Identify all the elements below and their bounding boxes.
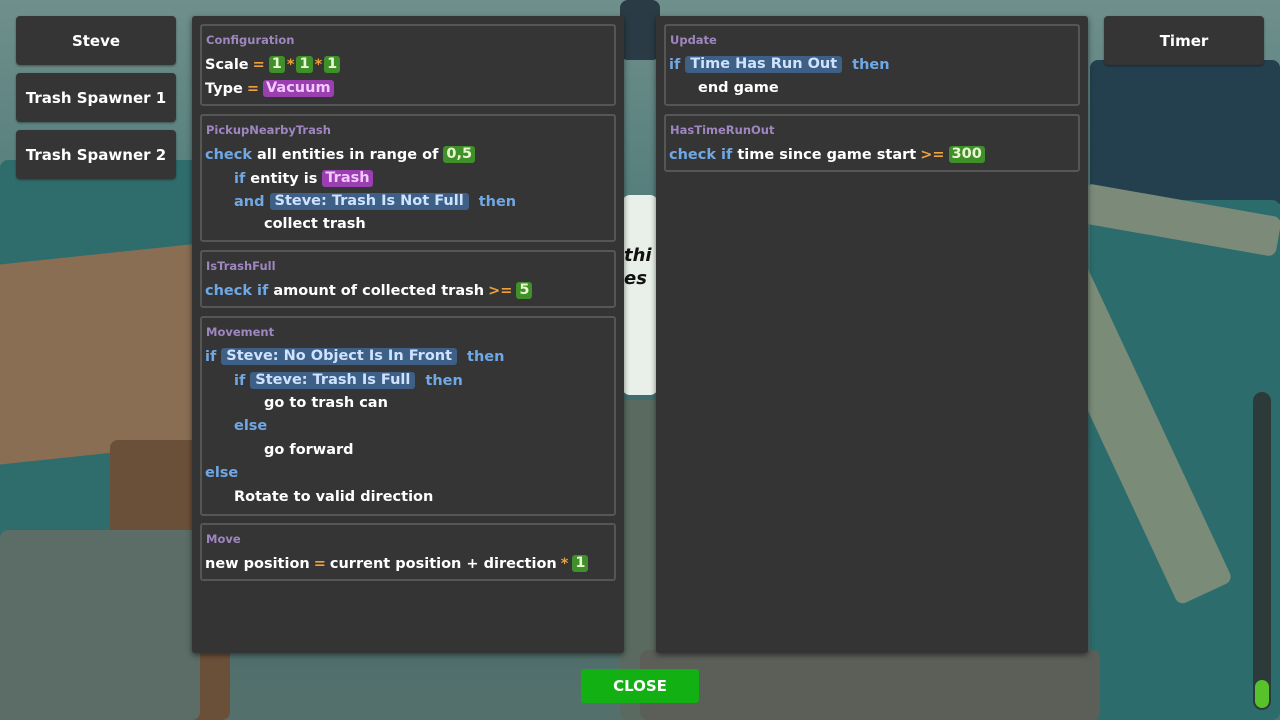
movement-title: Movement	[206, 325, 275, 339]
scale-z-value[interactable]: 1	[324, 56, 341, 73]
range-value[interactable]: 0,5	[443, 146, 476, 163]
equals-operator: =	[252, 56, 265, 73]
pickup-action-line: collect trash	[264, 216, 366, 232]
times-operator: *	[314, 56, 323, 73]
scene-sign	[622, 195, 658, 395]
trash-is-full-condition[interactable]: Steve: Trash Is Full	[250, 372, 416, 389]
end-game-line: end game	[698, 80, 779, 96]
scene-ground-left	[0, 530, 200, 720]
movement-inner-else-line: else	[234, 418, 267, 434]
type-value[interactable]: Vacuum	[263, 80, 334, 97]
entity-button-steve[interactable]: Steve	[16, 16, 176, 65]
scale-y-value[interactable]: 1	[296, 56, 313, 73]
then-keyword: then	[478, 193, 517, 210]
type-line: Type = Vacuum	[205, 80, 334, 97]
go-to-trash-can-line: go to trash can	[264, 395, 388, 411]
then-keyword: then	[425, 372, 463, 389]
speed-value[interactable]: 1	[572, 555, 589, 572]
move-block[interactable]: Move new position = current position + d…	[200, 523, 616, 581]
progress-fill	[1255, 680, 1269, 708]
scale-x-value[interactable]: 1	[268, 56, 285, 73]
has-time-run-out-title: HasTimeRunOut	[670, 123, 775, 137]
is-trash-full-line: check if amount of collected trash >= 5	[205, 282, 533, 299]
move-title: Move	[206, 532, 241, 546]
entity-type-value[interactable]: Trash	[322, 170, 373, 187]
pickup-title: PickupNearbyTrash	[206, 123, 331, 137]
rotate-action[interactable]: Rotate to valid direction	[234, 489, 433, 505]
entity-button-trash-spawner-1[interactable]: Trash Spawner 1	[16, 73, 176, 122]
movement-nested-if-line: if Steve: Trash Is Full then	[234, 372, 463, 389]
equals-operator: =	[313, 555, 326, 572]
go-forward-action[interactable]: go forward	[264, 442, 354, 458]
times-operator: *	[560, 555, 569, 572]
go-forward-line: go forward	[264, 442, 354, 458]
go-to-trash-can-action[interactable]: go to trash can	[264, 395, 388, 411]
update-title: Update	[670, 33, 717, 47]
entity-button-trash-spawner-2[interactable]: Trash Spawner 2	[16, 130, 176, 179]
scene-ground-bottom	[640, 650, 1100, 720]
scene-sign-text-1: thi	[624, 245, 652, 266]
current-position-text: current position + direction	[329, 555, 557, 572]
configuration-block[interactable]: Configuration Scale = 1 * 1 * 1 Type = V…	[200, 24, 616, 106]
time-limit-value[interactable]: 300	[948, 146, 985, 163]
else-keyword: else	[205, 465, 239, 481]
trash-limit-value[interactable]: 5	[516, 282, 533, 299]
if-keyword: if	[234, 170, 246, 187]
configuration-title: Configuration	[206, 33, 295, 47]
pickup-nearby-trash-block[interactable]: PickupNearbyTrash check all entities in …	[200, 114, 616, 242]
if-keyword: if	[205, 348, 217, 365]
trash-not-full-condition[interactable]: Steve: Trash Is Not Full	[269, 193, 469, 210]
else-keyword: else	[234, 418, 268, 434]
movement-block[interactable]: Movement if Steve: No Object Is In Front…	[200, 316, 616, 516]
time-run-out-condition[interactable]: Time Has Run Out	[685, 56, 843, 73]
no-object-in-front-condition[interactable]: Steve: No Object Is In Front	[221, 348, 458, 365]
is-trash-full-title: IsTrashFull	[206, 259, 276, 273]
move-line: new position = current position + direct…	[205, 555, 589, 572]
collected-trash-text: amount of collected trash	[273, 282, 485, 299]
new-position-text: new position	[205, 555, 310, 572]
collect-trash-action[interactable]: collect trash	[264, 216, 366, 232]
and-keyword: and	[234, 193, 265, 210]
if-keyword: if	[234, 372, 246, 389]
equals-operator: =	[246, 80, 259, 97]
time-since-start-text: time since game start	[737, 146, 917, 163]
rotate-line: Rotate to valid direction	[234, 489, 433, 505]
if-keyword: if	[669, 56, 681, 73]
has-time-run-out-block[interactable]: HasTimeRunOut check if time since game s…	[664, 114, 1080, 172]
movement-if-line: if Steve: No Object Is In Front then	[205, 348, 504, 365]
scene-sign-text-2: es	[624, 268, 647, 289]
is-trash-full-block[interactable]: IsTrashFull check if amount of collected…	[200, 250, 616, 308]
times-operator: *	[286, 56, 295, 73]
entity-is-text: entity is	[250, 170, 318, 187]
pickup-if-line: if entity is Trash	[234, 170, 373, 187]
right-code-panel[interactable]: Update if Time Has Run Out then end game…	[656, 16, 1088, 653]
gte-operator: >=	[488, 282, 513, 299]
scene-plank-left	[0, 242, 210, 468]
check-if-keyword: check if	[669, 146, 733, 163]
scale-line: Scale = 1 * 1 * 1	[205, 56, 341, 73]
type-label: Type	[205, 80, 243, 97]
gte-operator: >=	[920, 146, 945, 163]
scale-label: Scale	[205, 56, 249, 73]
left-code-panel[interactable]: Configuration Scale = 1 * 1 * 1 Type = V…	[192, 16, 624, 653]
then-keyword: then	[852, 56, 890, 73]
has-time-run-out-line: check if time since game start >= 300	[669, 146, 985, 163]
scene-top-mid	[620, 0, 660, 60]
update-if-line: if Time Has Run Out then	[669, 56, 890, 73]
update-block[interactable]: Update if Time Has Run Out then end game	[664, 24, 1080, 106]
check-keyword: check	[205, 146, 252, 163]
end-game-action[interactable]: end game	[698, 80, 779, 96]
check-if-keyword: check if	[205, 282, 269, 299]
entity-button-timer[interactable]: Timer	[1104, 16, 1264, 65]
progress-bar	[1253, 392, 1271, 710]
pickup-check-line: check all entities in range of 0,5	[205, 146, 476, 163]
range-text: all entities in range of	[257, 146, 439, 163]
close-button[interactable]: CLOSE	[581, 669, 699, 703]
movement-outer-else-line: else	[205, 465, 238, 481]
pickup-and-line: and Steve: Trash Is Not Full then	[234, 193, 516, 210]
then-keyword: then	[467, 348, 505, 365]
scene-wall-right	[1090, 60, 1280, 210]
